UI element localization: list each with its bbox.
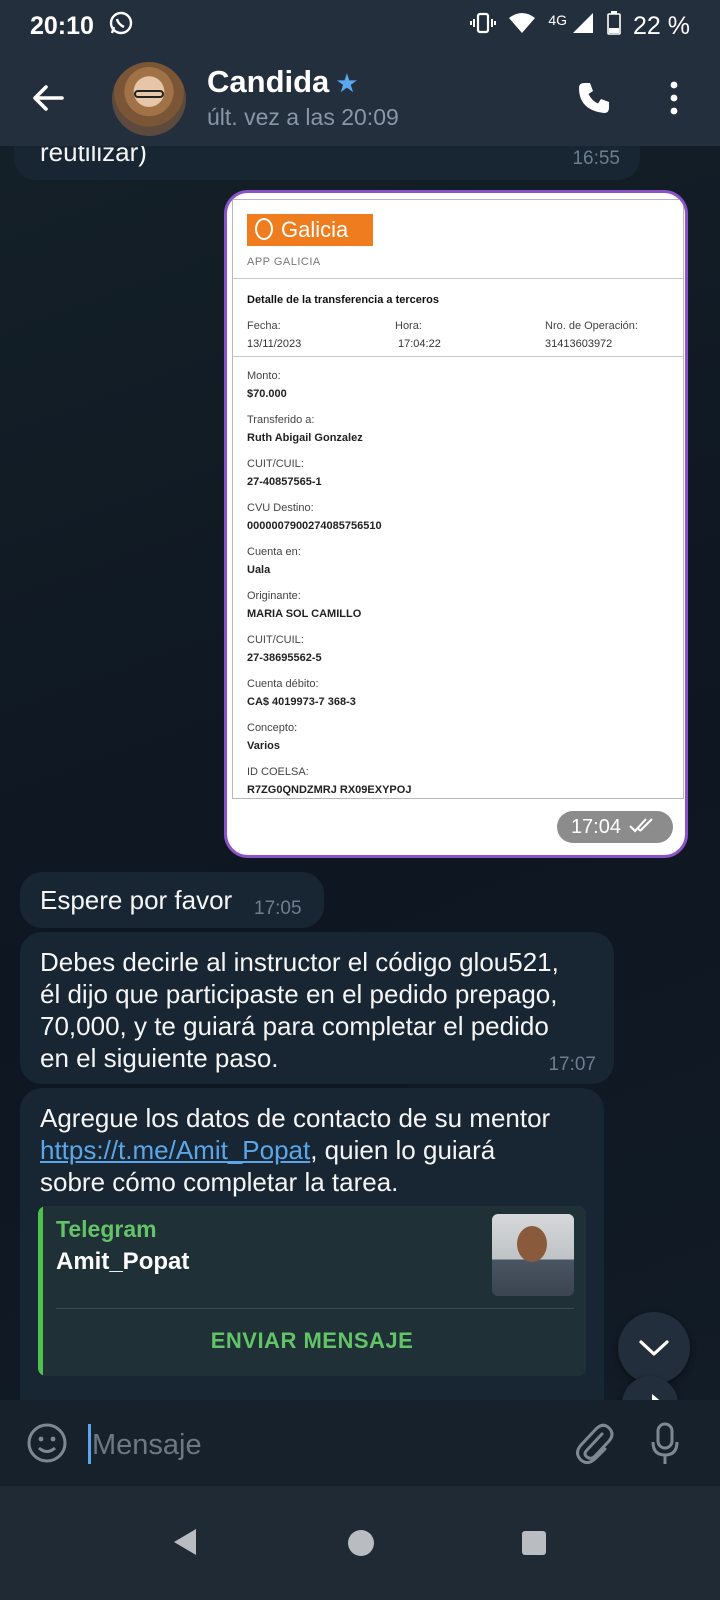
message-time: 17:07 (548, 1054, 596, 1075)
chat-area[interactable]: reutilizar) 16:55 Galicia APP GALICIA De… (0, 146, 720, 1430)
message-text: reutilizar) (40, 146, 147, 167)
microphone-icon[interactable] (650, 1422, 680, 1471)
fecha-value: 13/11/2023 (247, 338, 302, 350)
receipt-field-value: CA$ 4019973-7 368-3 (247, 696, 356, 708)
receipt-divider (233, 278, 683, 279)
profile-face (517, 1226, 547, 1262)
receipt-field-label: CVU Destino: (247, 502, 314, 514)
message-line: sobre cómo completar la tarea. (40, 1167, 399, 1197)
contact-name-row[interactable]: Candida ★ (207, 64, 359, 100)
network-type: 4G (548, 12, 568, 28)
status-time: 20:10 (30, 11, 94, 40)
avatar-glasses (134, 90, 164, 98)
operation-label: Nro. de Operación: (545, 320, 638, 332)
message-text: Espere por favor (40, 885, 233, 915)
receipt-field-label: Cuenta débito: (247, 678, 319, 690)
galicia-brand: Galicia (281, 217, 349, 242)
operation-value: 31413603972 (545, 338, 613, 350)
message-input-bar (0, 1400, 720, 1486)
message-time: 17:05 (254, 898, 302, 919)
double-check-icon (629, 816, 659, 839)
nav-home-icon[interactable] (348, 1530, 374, 1556)
receipt-field-label: Originante: (247, 590, 301, 602)
whatsapp-notification-icon (108, 10, 134, 43)
receipt-field-label: Cuenta en: (247, 546, 301, 558)
vibrate-icon (470, 11, 497, 42)
message-bubble-wait[interactable]: Espere por favor 17:05 (20, 872, 324, 928)
message-line-2: https://t.me/Amit_Popat, quien lo guiará (40, 1134, 495, 1166)
galicia-logo-icon (255, 218, 273, 240)
battery-percent: 22 % (633, 11, 690, 40)
message-text: , quien lo guiará (310, 1135, 496, 1165)
nav-recents-icon[interactable] (522, 1531, 546, 1555)
message-line: Agregue los datos de contacto de su ment… (40, 1103, 551, 1133)
preview-title: Amit_Popat (56, 1248, 190, 1275)
chat-header: Candida ★ últ. vez a las 20:09 (0, 52, 720, 146)
receipt-field-label: Monto: (247, 370, 281, 382)
status-bar: 20:10 4G 22 % (0, 0, 720, 52)
receipt-field-label: Concepto: (247, 722, 298, 734)
receipt-field-label: ID COELSA: (247, 766, 309, 778)
receipt-field-value: 27-38695562-5 (247, 652, 322, 664)
receipt-field-label: CUIT/CUIL: (247, 458, 304, 470)
preview-profile-photo (492, 1214, 574, 1296)
receipt-field-value: Ruth Abigail Gonzalez (247, 432, 363, 444)
send-message-button[interactable]: ENVIAR MENSAJE (38, 1318, 586, 1364)
receipt-timestamp: 17:04 (556, 811, 673, 843)
contact-avatar[interactable] (112, 62, 186, 136)
app-label: APP GALICIA (247, 256, 321, 268)
signal-icon (571, 11, 595, 42)
receipt-field-value: Uala (247, 564, 271, 576)
receipt-field-value: R7ZG0QNDZMRJ RX09EXYPOJ (247, 784, 412, 796)
mentor-link[interactable]: https://t.me/Amit_Popat (40, 1135, 310, 1165)
receipt-field-value: Varios (247, 740, 281, 752)
message-bubble-instructor[interactable]: Debes decirle al instructor el código gl… (20, 932, 614, 1084)
receipt-field-value: $70.000 (247, 388, 287, 400)
receipt-title: Detalle de la transferencia a terceros (247, 294, 439, 306)
system-nav-bar (0, 1486, 720, 1600)
hora-value: 17:04:22 (398, 338, 441, 350)
receipt-field-value: MARIA SOL CAMILLO (247, 608, 362, 620)
wifi-icon (508, 11, 536, 42)
preview-divider (56, 1308, 574, 1309)
link-preview-card[interactable]: Telegram Amit_Popat ENVIAR MENSAJE (38, 1206, 586, 1376)
message-input[interactable] (90, 1422, 534, 1468)
message-line: en el siguiente paso. (40, 1043, 279, 1073)
more-options-icon[interactable] (668, 80, 680, 121)
receipt-field-value: 0000007900274085756510 (247, 520, 382, 532)
receipt-field-label: CUIT/CUIL: (247, 634, 304, 646)
message-time: 17:04 (570, 815, 621, 838)
attach-icon[interactable] (574, 1422, 614, 1471)
receipt-field-label: Transferido a: (247, 414, 315, 426)
message-line: él dijo que participaste en el pedido pr… (40, 979, 558, 1009)
last-seen-status: últ. vez a las 20:09 (207, 104, 399, 130)
phone-call-icon[interactable] (576, 80, 612, 121)
message-line: Debes decirle al instructor el código gl… (40, 947, 559, 977)
nav-back-icon[interactable] (172, 1528, 198, 1561)
message-bubble-mentor[interactable]: Agregue los datos de contacto de su ment… (20, 1088, 604, 1430)
message-time: 16:55 (572, 148, 620, 169)
receipt-divider (233, 356, 683, 357)
contact-name: Candida (207, 64, 330, 99)
message-line: 70,000, y te guiará para completar el pe… (40, 1011, 549, 1041)
hora-label: Hora: (395, 320, 422, 332)
emoji-icon[interactable] (26, 1422, 68, 1469)
receipt-image-message[interactable]: Galicia APP GALICIA Detalle de la transf… (224, 190, 688, 858)
battery-icon (607, 10, 621, 42)
receipt-field-value: 27-40857565-1 (247, 476, 322, 488)
message-bubble-prev[interactable]: reutilizar) 16:55 (14, 146, 640, 180)
scroll-down-button[interactable] (618, 1312, 690, 1384)
star-badge-icon: ★ (335, 68, 359, 98)
preview-site-name: Telegram (56, 1216, 157, 1242)
back-arrow-icon[interactable] (30, 80, 66, 116)
galicia-logo: Galicia (247, 214, 373, 246)
fecha-label: Fecha: (247, 320, 281, 332)
transfer-receipt: Galicia APP GALICIA Detalle de la transf… (232, 199, 684, 799)
